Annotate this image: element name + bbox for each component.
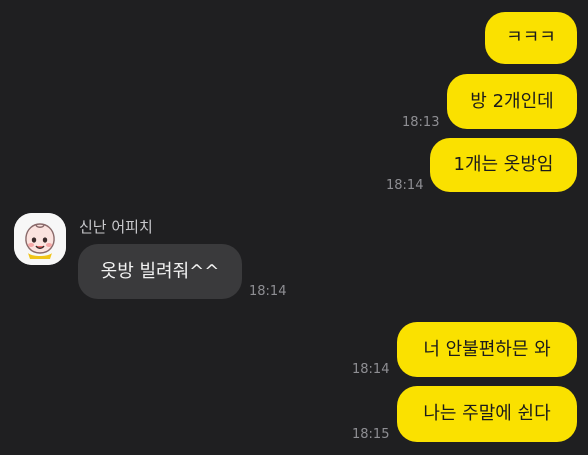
message-time: 18:14 xyxy=(386,178,424,193)
other-message-bubble[interactable]: 옷방 빌려줘^^ xyxy=(78,244,242,299)
message-text: 1개는 옷방임 xyxy=(453,154,554,175)
message-text: 너 안불편하믄 와 xyxy=(423,338,551,360)
my-message-bubble[interactable]: ㅋㅋㅋ xyxy=(485,12,577,64)
my-message-bubble[interactable]: 1개는 옷방임 xyxy=(430,138,577,192)
sender-name: 신난 어피치 xyxy=(79,218,153,236)
my-message-bubble[interactable]: 나는 주말에 쉰다 xyxy=(397,386,577,442)
message-time: 18:14 xyxy=(352,362,390,377)
apeach-avatar-icon xyxy=(14,213,66,265)
my-message-bubble[interactable]: 방 2개인데 xyxy=(447,74,577,129)
chat-room: ㅋㅋㅋ 방 2개인데 18:13 1개는 옷방임 18:14 신난 어피치 옷방… xyxy=(0,0,588,455)
message-text: 옷방 빌려줘^^ xyxy=(100,260,220,282)
message-text: 방 2개인데 xyxy=(470,90,554,112)
message-time: 18:13 xyxy=(402,115,440,130)
profile-avatar[interactable] xyxy=(14,213,66,265)
message-text: 나는 주말에 쉰다 xyxy=(423,403,551,424)
message-time: 18:14 xyxy=(249,284,287,299)
my-message-bubble[interactable]: 너 안불편하믄 와 xyxy=(397,322,577,377)
message-text: ㅋㅋㅋ xyxy=(506,27,556,48)
message-time: 18:15 xyxy=(352,427,390,442)
